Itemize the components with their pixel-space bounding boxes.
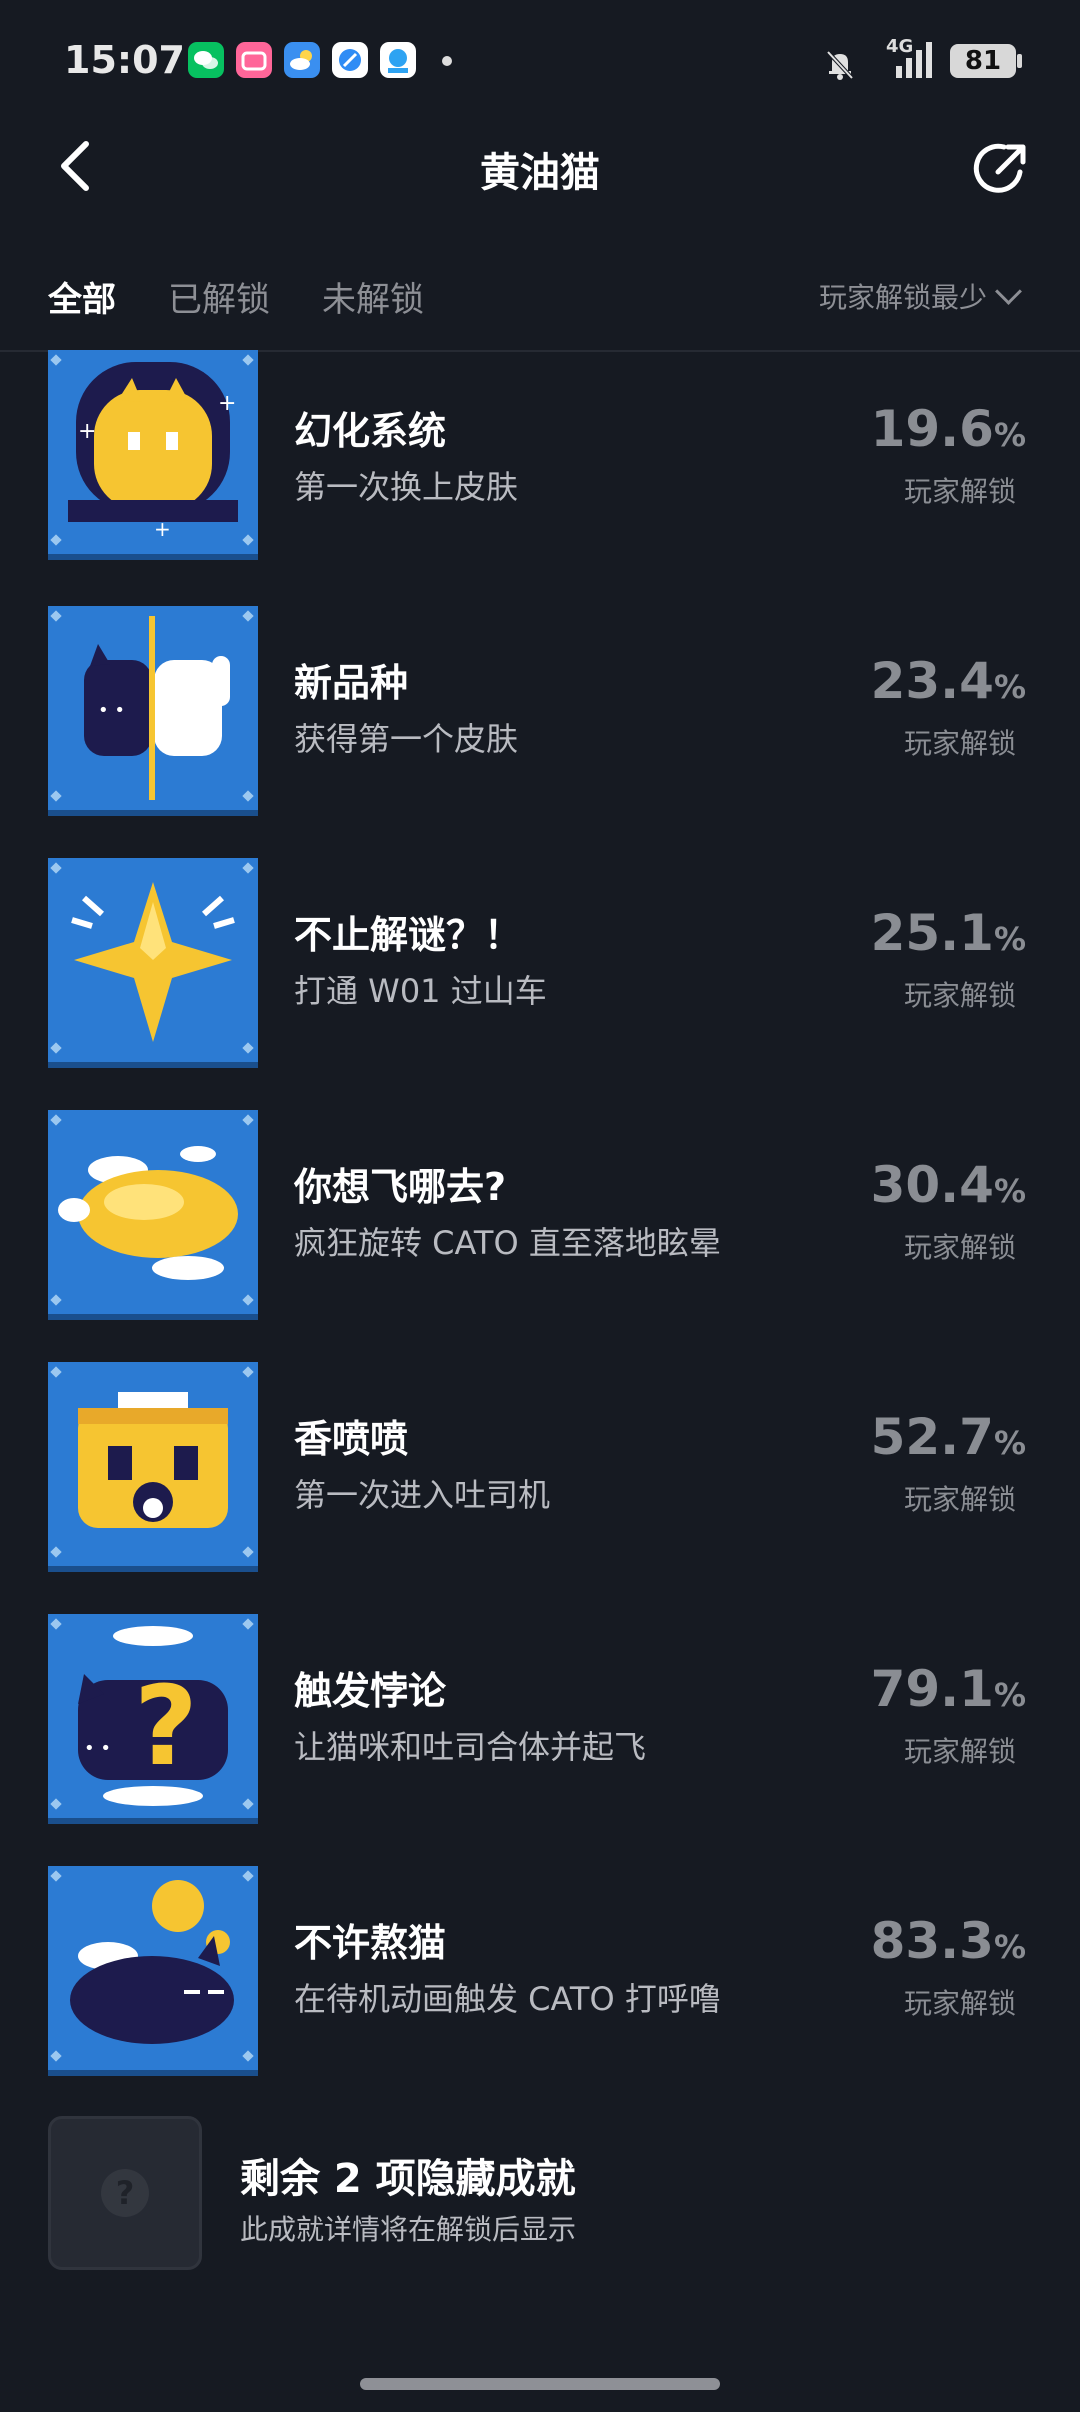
achievement-row[interactable]: + + + 幻化系统 第一次换上皮肤 19.6% 玩家解锁 <box>0 350 1080 604</box>
flying-cloud-icon <box>48 1110 258 1320</box>
achievement-title: 触发悖论 <box>294 1669 447 1713</box>
chevron-down-icon <box>995 278 1022 305</box>
achievement-desc: 第一次换上皮肤 <box>294 468 519 506</box>
achievement-percent: 30.4% <box>870 1156 1026 1214</box>
svg-text:+: + <box>218 391 236 416</box>
status-bar: 15:07 4G 81 <box>0 0 1080 124</box>
achievement-title: 你想飞哪去? <box>294 1165 507 1209</box>
achievement-row[interactable]: 香喷喷 第一次进入吐司机 52.7% 玩家解锁 <box>0 1360 1080 1612</box>
svg-text:+: + <box>154 517 171 541</box>
svg-text:• •: • • <box>98 700 125 721</box>
sort-label: 玩家解锁最少 <box>818 281 987 314</box>
achievement-percent: 23.4% <box>870 652 1026 710</box>
cat-portal-icon: + + + <box>48 350 258 560</box>
achievement-title: 新品种 <box>294 661 409 705</box>
achievement-title: 幻化系统 <box>294 409 447 453</box>
achievement-percent: 19.6% <box>870 400 1026 458</box>
browser-icon <box>332 42 368 78</box>
achievement-percent: 83.3% <box>870 1912 1026 1970</box>
battery-level: 81 <box>950 44 1016 78</box>
achievement-desc: 第一次进入吐司机 <box>294 1476 551 1514</box>
sort-dropdown[interactable]: 玩家解锁最少 <box>818 276 1022 316</box>
unlock-label: 玩家解锁 <box>903 1987 1016 2020</box>
achievement-row[interactable]: 不止解谜？！ 打通 W01 过山车 25.1% 玩家解锁 <box>0 856 1080 1108</box>
hidden-achievements-desc: 此成就详情将在解锁后显示 <box>240 2213 577 2246</box>
bilibili-icon <box>236 42 272 78</box>
achievement-percent: 25.1% <box>870 904 1026 962</box>
achievement-percent: 52.7% <box>870 1408 1026 1466</box>
achievement-desc: 疯狂旋转 CATO 直至落地眩晕 <box>294 1224 721 1262</box>
tab-all[interactable]: 全部 <box>48 272 116 321</box>
home-indicator[interactable] <box>360 2378 720 2390</box>
half-cat-icon: • • <box>48 606 258 816</box>
unlock-label: 玩家解锁 <box>903 1483 1016 1516</box>
achievement-desc: 在待机动画触发 CATO 打呼噜 <box>294 1980 721 2018</box>
weather-icon <box>284 42 320 78</box>
svg-text:?: ? <box>134 1662 198 1790</box>
achievement-list: + + + 幻化系统 第一次换上皮肤 19.6% 玩家解锁 • • 新品种 获得… <box>0 350 1080 2116</box>
app-icon <box>380 42 416 78</box>
hidden-achievements-title: 剩余 2 项隐藏成就 <box>240 2156 576 2202</box>
question-icon: ? <box>101 2169 149 2217</box>
svg-text:• •: • • <box>84 1738 111 1759</box>
achievement-title: 不许熬猫 <box>294 1921 447 1965</box>
svg-text:+: + <box>78 419 96 444</box>
hidden-achievement-tile[interactable]: ? <box>48 2116 202 2270</box>
achievement-row[interactable]: 你想飞哪去? 疯狂旋转 CATO 直至落地眩晕 30.4% 玩家解锁 <box>0 1108 1080 1360</box>
sleeping-cat-icon <box>48 1866 258 2076</box>
unlock-label: 玩家解锁 <box>903 979 1016 1012</box>
achievement-row[interactable]: • • 新品种 获得第一个皮肤 23.4% 玩家解锁 <box>0 604 1080 856</box>
page-title: 黄油猫 <box>480 150 600 196</box>
mute-icon <box>826 50 854 80</box>
signal-icon <box>896 42 932 78</box>
notification-dot <box>442 56 452 66</box>
achievement-percent: 79.1% <box>870 1660 1026 1718</box>
unlock-label: 玩家解锁 <box>903 1735 1016 1768</box>
achievement-title: 香喷喷 <box>294 1417 409 1461</box>
achievement-title: 不止解谜？！ <box>294 913 523 957</box>
wechat-icon <box>188 42 224 78</box>
question-cat-icon: ? • • <box>48 1614 258 1824</box>
achievement-row[interactable]: ? • • 触发悖论 让猫咪和吐司合体并起飞 79.1% 玩家解锁 <box>0 1612 1080 1864</box>
star-sparkle-icon <box>48 858 258 1068</box>
battery-icon <box>1017 54 1022 68</box>
achievement-desc: 让猫咪和吐司合体并起飞 <box>294 1728 647 1766</box>
achievement-desc: 获得第一个皮肤 <box>294 720 519 758</box>
status-time: 15:07 <box>64 38 185 82</box>
unlock-label: 玩家解锁 <box>903 727 1016 760</box>
toaster-icon <box>48 1362 258 1572</box>
achievement-desc: 打通 W01 过山车 <box>294 972 547 1010</box>
tab-unlocked[interactable]: 已解锁 <box>168 272 270 321</box>
share-icon[interactable] <box>970 138 1032 200</box>
achievement-row[interactable]: 不许熬猫 在待机动画触发 CATO 打呼噜 83.3% 玩家解锁 <box>0 1864 1080 2116</box>
tab-locked[interactable]: 未解锁 <box>322 272 424 321</box>
unlock-label: 玩家解锁 <box>903 475 1016 508</box>
unlock-label: 玩家解锁 <box>903 1231 1016 1264</box>
